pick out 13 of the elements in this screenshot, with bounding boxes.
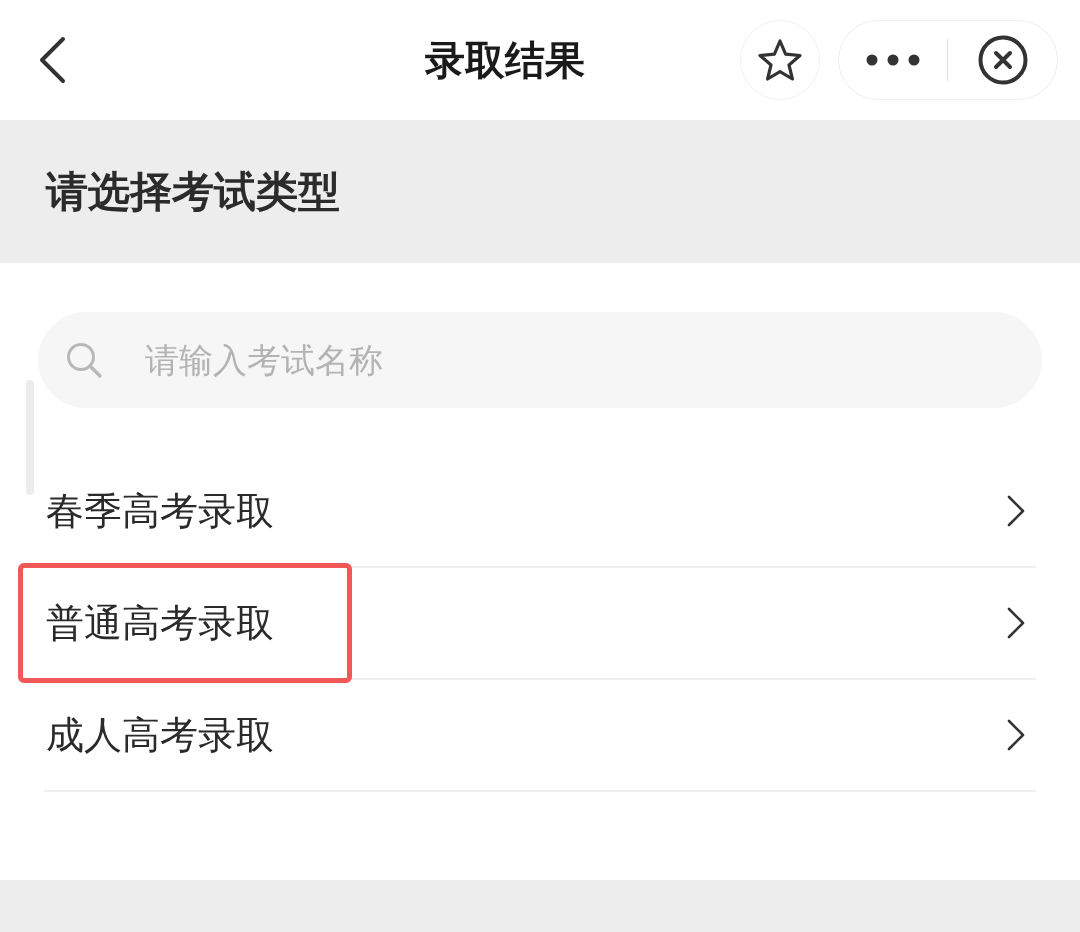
search-field[interactable]: 请输入考试名称 (38, 312, 1042, 408)
exam-type-item[interactable]: 春季高考录取 (44, 456, 1036, 568)
chevron-icon (1006, 718, 1026, 752)
more-icon (866, 54, 920, 66)
exam-type-item[interactable]: 普通高考录取 (44, 568, 1036, 680)
chevron-icon (1006, 494, 1026, 528)
star-icon (757, 38, 803, 82)
page-title: 录取结果 (425, 35, 585, 85)
chevron-icon (1006, 606, 1026, 640)
exam-type-item[interactable]: 成人高考录取 (44, 680, 1036, 792)
section-heading: 请选择考试类型 (46, 165, 340, 218)
close-icon (977, 35, 1028, 85)
search-icon (65, 341, 103, 379)
